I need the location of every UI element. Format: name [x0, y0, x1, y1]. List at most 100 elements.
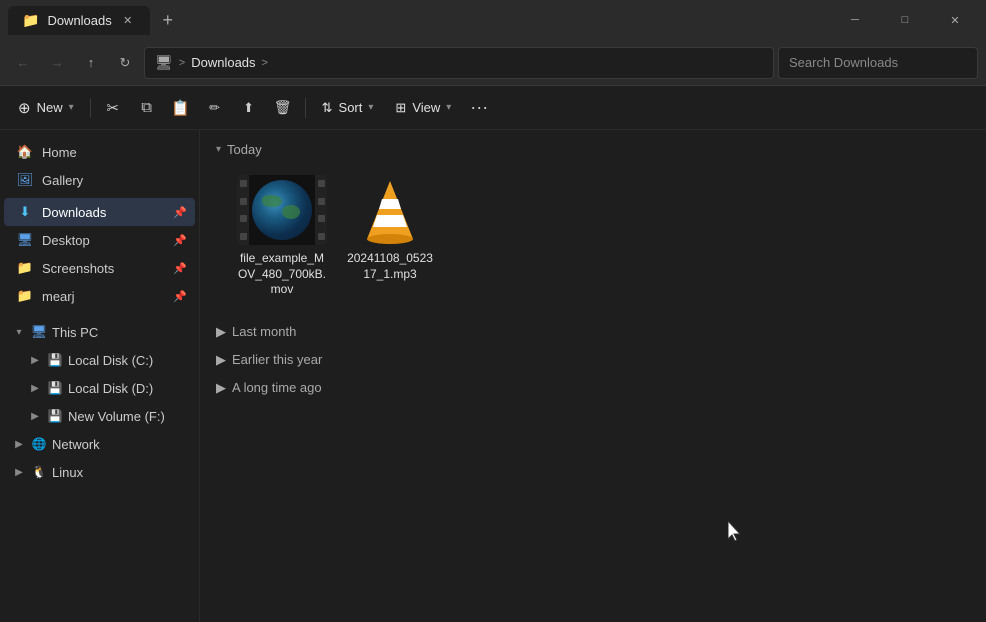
- sort-button[interactable]: ⇅ Sort ▾: [312, 92, 384, 124]
- earlier-year-section[interactable]: ▶ Earlier this year: [216, 350, 970, 370]
- sidebar-item-home[interactable]: 🏠 Home: [4, 138, 195, 166]
- sidebar-item-gallery[interactable]: 🖼 Gallery: [4, 166, 195, 194]
- more-button[interactable]: ···: [463, 92, 495, 124]
- downloads-icon: ⬇: [16, 203, 34, 221]
- new-tab-button[interactable]: +: [154, 6, 182, 34]
- local-d-arrow: ▶: [28, 381, 42, 395]
- sidebar-item-downloads[interactable]: ⬇ Downloads 📌: [4, 198, 195, 226]
- minimize-button[interactable]: ─: [832, 4, 878, 36]
- sidebar-item-screenshots[interactable]: 📁 Screenshots 📌: [4, 254, 195, 282]
- sidebar-home-label: Home: [42, 145, 77, 160]
- sidebar-item-network[interactable]: ▶ 🌐 Network: [4, 430, 195, 458]
- film-hole: [318, 215, 325, 222]
- breadcrumb-sep2: >: [262, 57, 268, 69]
- vlc-icon: [355, 175, 425, 245]
- view-chevron: ▾: [446, 102, 451, 113]
- film-hole: [240, 180, 247, 187]
- sidebar: 🏠 Home 🖼 Gallery ⬇ Downloads 📌 🖥 Desktop…: [0, 130, 200, 622]
- sidebar-item-desktop[interactable]: 🖥 Desktop 📌: [4, 226, 195, 254]
- file-item-mp3[interactable]: 20241108_052317_1.mp3: [340, 167, 440, 306]
- mov-thumbnail: [237, 175, 327, 245]
- sort-icon: ⇅: [322, 100, 333, 116]
- copy-button[interactable]: ⧉: [131, 92, 163, 124]
- this-pc-arrow: ▾: [12, 325, 26, 339]
- last-month-chevron: ▶: [216, 324, 226, 340]
- mearj-pin-icon: 📌: [173, 290, 187, 303]
- breadcrumb-folder: Downloads: [191, 55, 255, 70]
- today-section-header[interactable]: ▾ Today: [216, 142, 970, 157]
- rename-button[interactable]: ✏: [199, 92, 231, 124]
- sidebar-downloads-label: Downloads: [42, 205, 106, 220]
- mp3-thumbnail: [345, 175, 435, 245]
- long-ago-section[interactable]: ▶ A long time ago: [216, 378, 970, 398]
- network-label: Network: [52, 437, 100, 452]
- film-hole: [240, 233, 247, 240]
- tab-folder-icon: 📁: [22, 12, 39, 29]
- desktop-pin-icon: 📌: [173, 234, 187, 247]
- address-bar: ← → ↑ ↻ 🖥 > Downloads > Search Downloads: [0, 40, 986, 86]
- film-hole: [318, 198, 325, 205]
- sidebar-item-linux[interactable]: ▶ 🐧 Linux: [4, 458, 195, 486]
- sidebar-screenshots-label: Screenshots: [42, 261, 114, 276]
- gallery-icon: 🖼: [16, 171, 34, 189]
- new-volume-label: New Volume (F:): [68, 409, 165, 424]
- last-month-section[interactable]: ▶ Last month: [216, 322, 970, 342]
- earth-globe: [252, 180, 312, 240]
- refresh-button[interactable]: ↻: [110, 48, 140, 78]
- new-button[interactable]: ⊕ New ▾: [8, 92, 84, 124]
- sidebar-item-new-volume[interactable]: ▶ 💾 New Volume (F:): [4, 402, 195, 430]
- local-c-icon: 💾: [46, 351, 64, 369]
- sidebar-tree-section: ▾ 🖥 This PC ▶ 💾 Local Disk (C:) ▶ 💾 Loca…: [0, 318, 199, 486]
- new-volume-arrow: ▶: [28, 409, 42, 423]
- delete-button[interactable]: 🗑: [267, 92, 299, 124]
- screenshots-pin-icon: 📌: [173, 262, 187, 275]
- forward-button[interactable]: →: [42, 48, 72, 78]
- earlier-year-chevron: ▶: [216, 352, 226, 368]
- sidebar-item-local-d[interactable]: ▶ 💾 Local Disk (D:): [4, 374, 195, 402]
- sidebar-mearj-label: mearj: [42, 289, 75, 304]
- close-button[interactable]: ✕: [932, 4, 978, 36]
- long-ago-label: A long time ago: [232, 380, 322, 395]
- sidebar-item-mearj[interactable]: 📁 mearj 📌: [4, 282, 195, 310]
- sort-label: Sort: [339, 100, 363, 115]
- window-controls: ─ □ ✕: [832, 4, 978, 36]
- screenshots-icon: 📁: [16, 259, 34, 277]
- network-arrow: ▶: [12, 437, 26, 451]
- local-d-label: Local Disk (D:): [68, 381, 153, 396]
- film-strip-left: [237, 175, 249, 245]
- view-label: View: [412, 100, 440, 115]
- back-button[interactable]: ←: [8, 48, 38, 78]
- mp3-filename: 20241108_052317_1.mp3: [344, 251, 436, 282]
- tab-close-button[interactable]: ✕: [120, 12, 136, 28]
- maximize-button[interactable]: □: [882, 4, 928, 36]
- sidebar-desktop-label: Desktop: [42, 233, 90, 248]
- desktop-icon: 🖥: [16, 231, 34, 249]
- breadcrumb-sep: >: [179, 57, 185, 69]
- paste-button[interactable]: 📋: [165, 92, 197, 124]
- title-bar: 📁 Downloads ✕ + ─ □ ✕: [0, 0, 986, 40]
- file-item-mov[interactable]: file_example_MOV_480_700kB.mov: [232, 167, 332, 306]
- sort-chevron: ▾: [368, 102, 373, 113]
- film-hole: [240, 198, 247, 205]
- toolbar-sep1: [90, 98, 91, 118]
- view-icon: ⊞: [395, 100, 406, 116]
- view-button[interactable]: ⊞ View ▾: [385, 92, 461, 124]
- long-ago-chevron: ▶: [216, 380, 226, 396]
- new-volume-icon: 💾: [46, 407, 64, 425]
- new-chevron: ▾: [69, 102, 74, 113]
- sidebar-item-local-c[interactable]: ▶ 💾 Local Disk (C:): [4, 346, 195, 374]
- active-tab[interactable]: 📁 Downloads ✕: [8, 6, 150, 35]
- toolbar-sep2: [305, 98, 306, 118]
- search-box[interactable]: Search Downloads: [778, 47, 978, 79]
- this-pc-icon: 🖥: [30, 323, 48, 341]
- up-button[interactable]: ↑: [76, 48, 106, 78]
- new-label: New: [37, 100, 63, 115]
- today-label: Today: [227, 142, 262, 157]
- cut-button[interactable]: ✂: [97, 92, 129, 124]
- breadcrumb[interactable]: 🖥 > Downloads >: [144, 47, 774, 79]
- home-icon: 🏠: [16, 143, 34, 161]
- share-button[interactable]: ⬆: [233, 92, 265, 124]
- sidebar-item-this-pc[interactable]: ▾ 🖥 This PC: [4, 318, 195, 346]
- new-icon: ⊕: [18, 99, 31, 117]
- last-month-label: Last month: [232, 324, 296, 339]
